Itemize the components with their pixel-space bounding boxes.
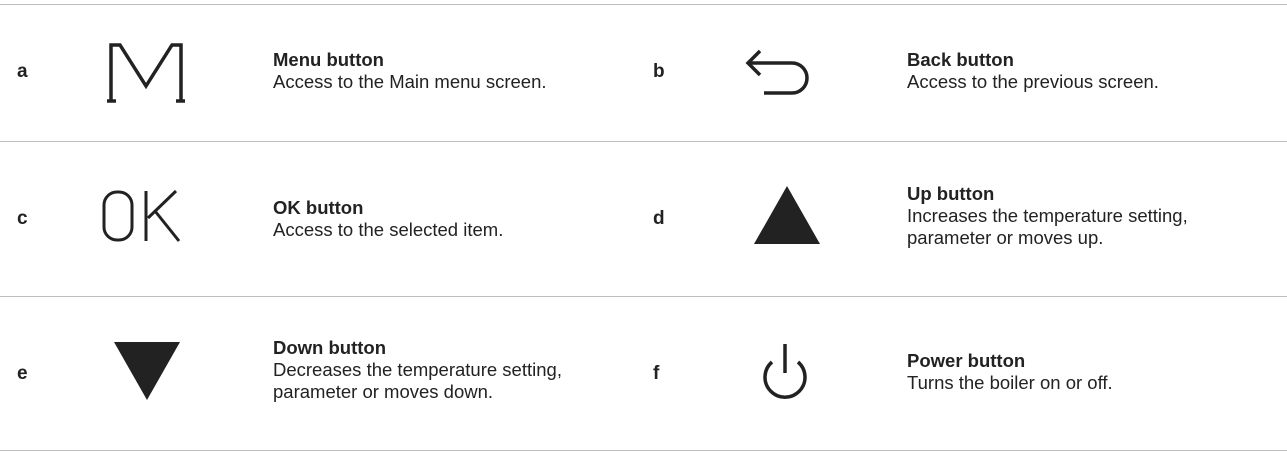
item-text-a: Menu button Access to the Main menu scre… xyxy=(273,49,613,93)
divider xyxy=(0,4,1287,5)
item-letter-b: b xyxy=(653,61,665,82)
item-description: Access to the previous screen. xyxy=(907,71,1159,92)
back-arrow-icon xyxy=(742,46,818,96)
divider xyxy=(0,296,1287,297)
up-triangle-icon xyxy=(752,184,822,246)
button-legend: a Menu button Access to the Main menu sc… xyxy=(0,0,1287,452)
item-letter-c: c xyxy=(17,208,28,229)
item-text-b: Back button Access to the previous scree… xyxy=(907,49,1267,93)
item-text-c: OK button Access to the selected item. xyxy=(273,197,613,241)
item-letter-d: d xyxy=(653,208,665,229)
item-title: Power button xyxy=(907,350,1026,371)
item-letter-e: e xyxy=(17,363,28,384)
ok-icon xyxy=(100,188,190,244)
item-letter-f: f xyxy=(653,363,660,384)
item-description: Increases the temperature setting, param… xyxy=(907,205,1188,248)
item-title: Down button xyxy=(273,337,387,358)
item-description: Access to the selected item. xyxy=(273,219,504,240)
down-triangle-icon xyxy=(112,340,182,402)
item-letter-a: a xyxy=(17,61,28,82)
item-text-d: Up button Increases the temperature sett… xyxy=(907,183,1277,249)
item-text-e: Down button Decreases the temperature se… xyxy=(273,337,633,403)
divider xyxy=(0,141,1287,142)
item-title: Up button xyxy=(907,183,995,204)
item-title: OK button xyxy=(273,197,364,218)
menu-m-icon xyxy=(106,38,186,104)
divider xyxy=(0,450,1287,451)
power-icon xyxy=(752,340,818,406)
item-description: Access to the Main menu screen. xyxy=(273,71,547,92)
item-title: Menu button xyxy=(273,49,384,70)
item-description: Decreases the temperature setting, param… xyxy=(273,359,562,402)
item-title: Back button xyxy=(907,49,1014,70)
item-text-f: Power button Turns the boiler on or off. xyxy=(907,350,1267,394)
item-description: Turns the boiler on or off. xyxy=(907,372,1113,393)
